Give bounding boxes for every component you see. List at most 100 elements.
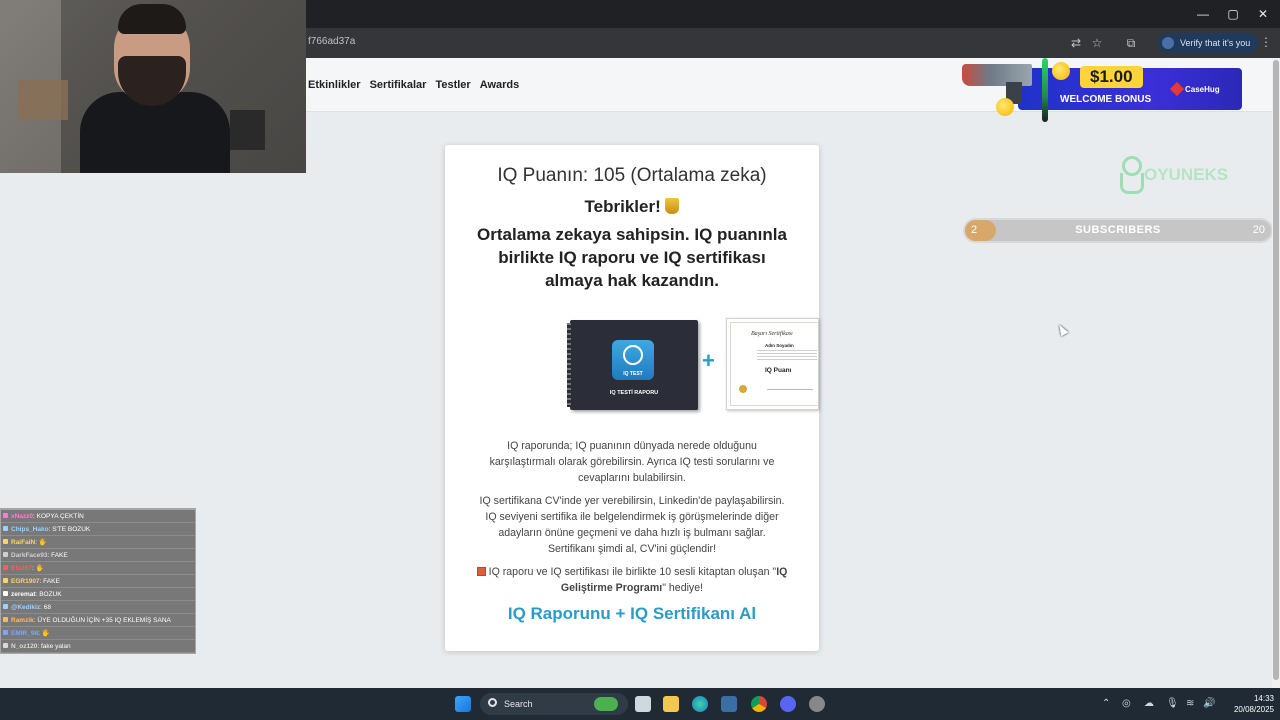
webcam-overlay [0, 0, 306, 173]
chat-message: N_oz120: fake yalan [1, 640, 195, 653]
tray-overflow-icon[interactable]: ⌃ [1102, 698, 1110, 709]
profile-avatar-icon [1162, 37, 1174, 49]
chat-message: EGR1907: FAKE [1, 575, 195, 588]
windows-start-icon[interactable] [455, 696, 471, 712]
chat-message: Chips_Hako: S'TE BOZUK [1, 523, 195, 536]
nav-item-awards[interactable]: Awards [480, 79, 520, 91]
chat-message: Efe267: 🖐 [1, 562, 195, 575]
file-explorer-icon[interactable] [663, 696, 679, 712]
chat-text: : fake yalan [37, 643, 71, 650]
chat-username: DarkFace93 [11, 552, 48, 559]
subscriber-goal: 20 [1252, 224, 1265, 236]
close-window-button[interactable]: ✕ [1248, 4, 1278, 24]
nav-item-sertifikalar[interactable]: Sertifikalar [370, 79, 427, 91]
brain-icon: IQ TEST [612, 340, 654, 380]
logo-text: OYUNEKS [1144, 165, 1229, 184]
microphone-icon[interactable]: 🎙 [1166, 698, 1179, 709]
chat-text: : 🖐 [38, 630, 50, 637]
chat-text: : FAKE [39, 578, 60, 585]
chrome-icon[interactable] [751, 696, 767, 712]
tray-cloud-icon[interactable]: ☁ [1144, 698, 1154, 709]
windows-taskbar: Search ⌃ ◎ ☁ 🎙 ≋ 🔊 14:33 20/08/2025 [0, 688, 1280, 720]
task-view-icon[interactable] [635, 696, 651, 712]
trophy-icon [665, 198, 680, 214]
coin-icon [1052, 62, 1070, 80]
chat-badge-icon [3, 604, 8, 609]
chat-text: : 68 [40, 604, 51, 611]
clock-time: 14:33 [1253, 694, 1274, 703]
minimize-button[interactable]: — [1188, 4, 1218, 24]
iq-report-book-image: IQ TEST IQ TESTİ RAPORU [567, 320, 698, 410]
report-description: IQ raporunda; IQ puanının dünyada nerede… [489, 440, 775, 484]
result-headline: Ortalama zekaya sahipsin. IQ puanınla bi… [477, 225, 787, 290]
browser-menu-icon[interactable]: ⋮ [1260, 35, 1272, 49]
chat-badge-icon [3, 539, 8, 544]
volume-icon[interactable]: 🔊 [1203, 698, 1215, 709]
chat-message: DarkFace93: FAKE [1, 549, 195, 562]
chat-text: : S'TE BOZUK [48, 526, 91, 533]
search-icon [488, 698, 497, 707]
taskbar-clock[interactable]: 14:33 20/08/2025 [1222, 693, 1274, 715]
oyuneks-logo: OYUNEKS [1118, 156, 1228, 194]
extensions-icon[interactable]: ⧉ [1123, 35, 1139, 51]
clock-date: 20/08/2025 [1233, 705, 1274, 714]
store-icon[interactable] [721, 696, 737, 712]
chat-text: : ÜYE OLDUĞUN İÇİN +35 IQ EKLEMİŞ SANA [33, 617, 171, 624]
nav-item-etkinlikler[interactable]: Etkinlikler [308, 79, 361, 91]
plus-icon: + [702, 348, 715, 373]
chat-username: @Kedikiz [11, 604, 41, 611]
url-text[interactable]: f766ad37a [308, 36, 355, 47]
chat-badge-icon [3, 552, 8, 557]
translate-icon[interactable]: ⇄ [1068, 35, 1084, 51]
chat-username: Chips_Hako [11, 526, 49, 533]
book-label: IQ TESTİ RAPORU [609, 390, 659, 396]
chat-badge-icon [3, 617, 8, 622]
chat-message: zeremat: BOZUK [1, 588, 195, 601]
discord-icon[interactable] [780, 696, 796, 712]
chat-text: : FAKE [47, 552, 68, 559]
ad-bonus-label: WELCOME BONUS [1060, 94, 1152, 105]
verify-label: Verify that it's you [1180, 38, 1251, 48]
chat-message: @Kedikiz: 68 [1, 601, 195, 614]
chat-text: : 🖐 [31, 565, 44, 572]
site-nav: Etkinlikler Sertifikalar Testler Awards [308, 79, 519, 91]
bookmark-star-icon[interactable]: ☆ [1089, 35, 1105, 51]
chat-username: Efe267 [11, 565, 32, 572]
gift-description: IQ raporu ve IQ sertifikası ile birlikte… [475, 564, 789, 596]
nav-item-testler[interactable]: Testler [435, 79, 470, 91]
subscriber-label: SUBSCRIBERS [1075, 224, 1161, 236]
gift-text-post: " hediye! [662, 582, 704, 594]
chat-badge-icon [3, 565, 8, 570]
chat-username: RaiFaiN [11, 539, 36, 546]
page-scrollbar[interactable] [1272, 58, 1280, 688]
congrats-text: Tebrikler! [445, 197, 819, 217]
subscriber-goal-bar: 2 SUBSCRIBERS 20 [963, 218, 1273, 243]
certificate-score: IQ Puanı [765, 367, 792, 374]
chat-username: EGR1907 [11, 578, 40, 585]
tray-app-icon[interactable]: ◎ [1122, 698, 1131, 709]
get-report-certificate-link[interactable]: IQ Raporunu + IQ Sertifikanı Al [445, 604, 819, 624]
congrats-label: Tebrikler! [584, 197, 661, 216]
chat-username: N_oz120 [11, 643, 38, 650]
chat-badge-icon [3, 643, 8, 648]
maximize-button[interactable]: ▢ [1218, 4, 1248, 24]
wifi-icon[interactable]: ≋ [1186, 698, 1194, 709]
edge-icon[interactable] [692, 696, 708, 712]
widgets-icon[interactable] [594, 697, 618, 711]
chat-badge-icon [3, 526, 8, 531]
ad-brand: CaseHug [1169, 81, 1220, 97]
ad-brand-name: CaseHug [1185, 84, 1220, 94]
obs-icon[interactable] [809, 696, 825, 712]
chat-badge-icon [3, 591, 8, 596]
gift-icon [476, 567, 486, 576]
ad-price: $1.00 [1080, 66, 1143, 88]
chat-text: : BOZUK [35, 591, 62, 598]
certificate-title: Başarı Sertifikası [751, 331, 793, 337]
certificate-description: IQ sertifikana CV'inde yer verebilirsin,… [479, 495, 785, 555]
ad-banner[interactable]: $1.00 WELCOME BONUS CaseHug [962, 58, 1244, 122]
chat-badge-icon [3, 578, 8, 583]
scrollbar-thumb[interactable] [1273, 60, 1279, 680]
verify-profile-button[interactable]: Verify that it's you [1158, 33, 1259, 53]
brand-logo-icon [1169, 81, 1185, 97]
knife-icon [1042, 58, 1048, 122]
